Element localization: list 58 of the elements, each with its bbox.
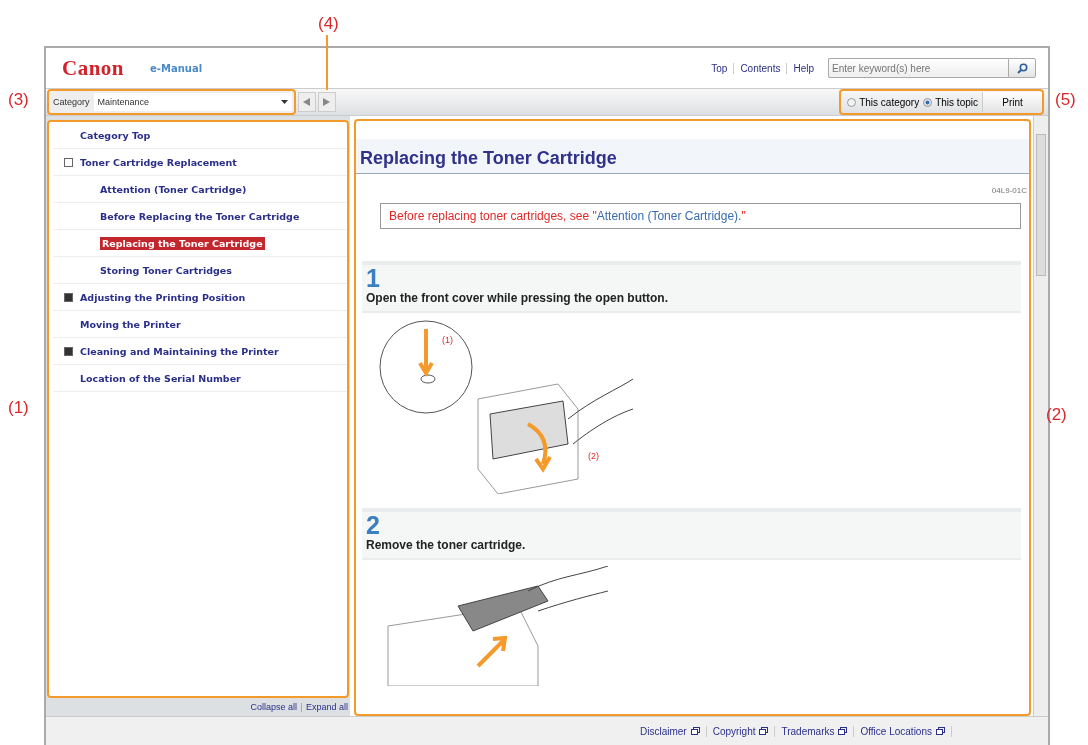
expand-icon[interactable] <box>64 346 73 356</box>
header-link[interactable]: Top <box>705 62 734 74</box>
product-name: e-Manual <box>150 62 203 74</box>
header-link[interactable]: Help <box>786 62 820 74</box>
nav-link[interactable]: Before Replacing the Toner Cartridge <box>100 210 300 222</box>
external-link-icon <box>759 727 769 735</box>
search-field[interactable]: Enter keyword(s) here <box>828 58 1008 78</box>
nav-link[interactable]: Storing Toner Cartridges <box>100 264 232 276</box>
step-number: 2 <box>366 512 381 538</box>
callout-label: (3) <box>8 90 29 110</box>
nav-link[interactable]: Replacing the Toner Cartridge <box>100 236 265 250</box>
document-code: 04L9-01C <box>990 185 1028 195</box>
print-button[interactable]: Print <box>982 92 1042 112</box>
footer-link[interactable]: Copyright <box>706 725 776 737</box>
external-link-icon <box>838 727 848 735</box>
radio-label[interactable]: This category <box>859 96 920 108</box>
callout-label: (4) <box>318 14 339 34</box>
footer-link[interactable]: Disclaimer <box>634 725 707 737</box>
category-dropdown[interactable]: Maintenance <box>93 93 292 111</box>
footer-link[interactable]: Office Locations <box>854 725 952 737</box>
printer-illustration: (1) (2) <box>378 319 638 494</box>
nav-link[interactable]: Toner Cartridge Replacement <box>80 156 237 168</box>
nav-link[interactable]: Adjusting the Printing Position <box>80 291 246 303</box>
radio-label[interactable]: This topic <box>935 96 978 108</box>
nav-link[interactable]: Cleaning and Maintaining the Printer <box>80 345 279 357</box>
previous-button[interactable] <box>297 92 316 112</box>
logo: Canon <box>62 55 125 81</box>
callout-label: (5) <box>1055 90 1076 110</box>
note-text: Before replacing toner cartridges, see "Attention (Toner Cartridge)." <box>380 203 1021 229</box>
search-icon[interactable] <box>1016 62 1028 74</box>
search-button[interactable] <box>1008 58 1036 78</box>
nav-link[interactable]: Moving the Printer <box>80 318 181 330</box>
nav-link[interactable]: Category Top <box>80 129 151 141</box>
header-link[interactable]: Contents <box>733 62 787 74</box>
page-title: Replacing the Toner Cartridge <box>356 139 1029 174</box>
nav-link[interactable]: Attention (Toner Cartridge) <box>100 183 247 195</box>
footer-link[interactable]: Trademarks <box>775 725 855 737</box>
collapse-all-link[interactable]: Collapse all <box>250 702 297 712</box>
radio-button[interactable] <box>923 97 933 107</box>
nav-link[interactable]: Location of the Serial Number <box>80 372 241 384</box>
scrollbar[interactable] <box>1033 116 1048 716</box>
dropdown-caret-icon <box>280 100 288 104</box>
step-text: Remove the toner cartridge. <box>366 538 527 552</box>
radio-button[interactable] <box>847 97 857 107</box>
attention-link[interactable]: Attention (Toner Cartridge). <box>596 209 742 223</box>
left-triangle-icon <box>303 98 311 106</box>
right-triangle-icon <box>323 98 331 106</box>
next-button[interactable] <box>317 92 336 112</box>
callout-label: (2) <box>1046 405 1067 425</box>
expand-all-link[interactable]: Expand all <box>305 702 348 712</box>
callout-label: (1) <box>8 398 29 418</box>
external-link-icon <box>690 727 700 735</box>
collapse-icon[interactable] <box>64 157 73 167</box>
step-text: Open the front cover while pressing the open button. <box>366 291 669 305</box>
step-number: 1 <box>366 265 381 291</box>
expand-icon[interactable] <box>64 292 73 302</box>
external-link-icon <box>936 727 945 735</box>
category-label: Category <box>52 97 91 107</box>
